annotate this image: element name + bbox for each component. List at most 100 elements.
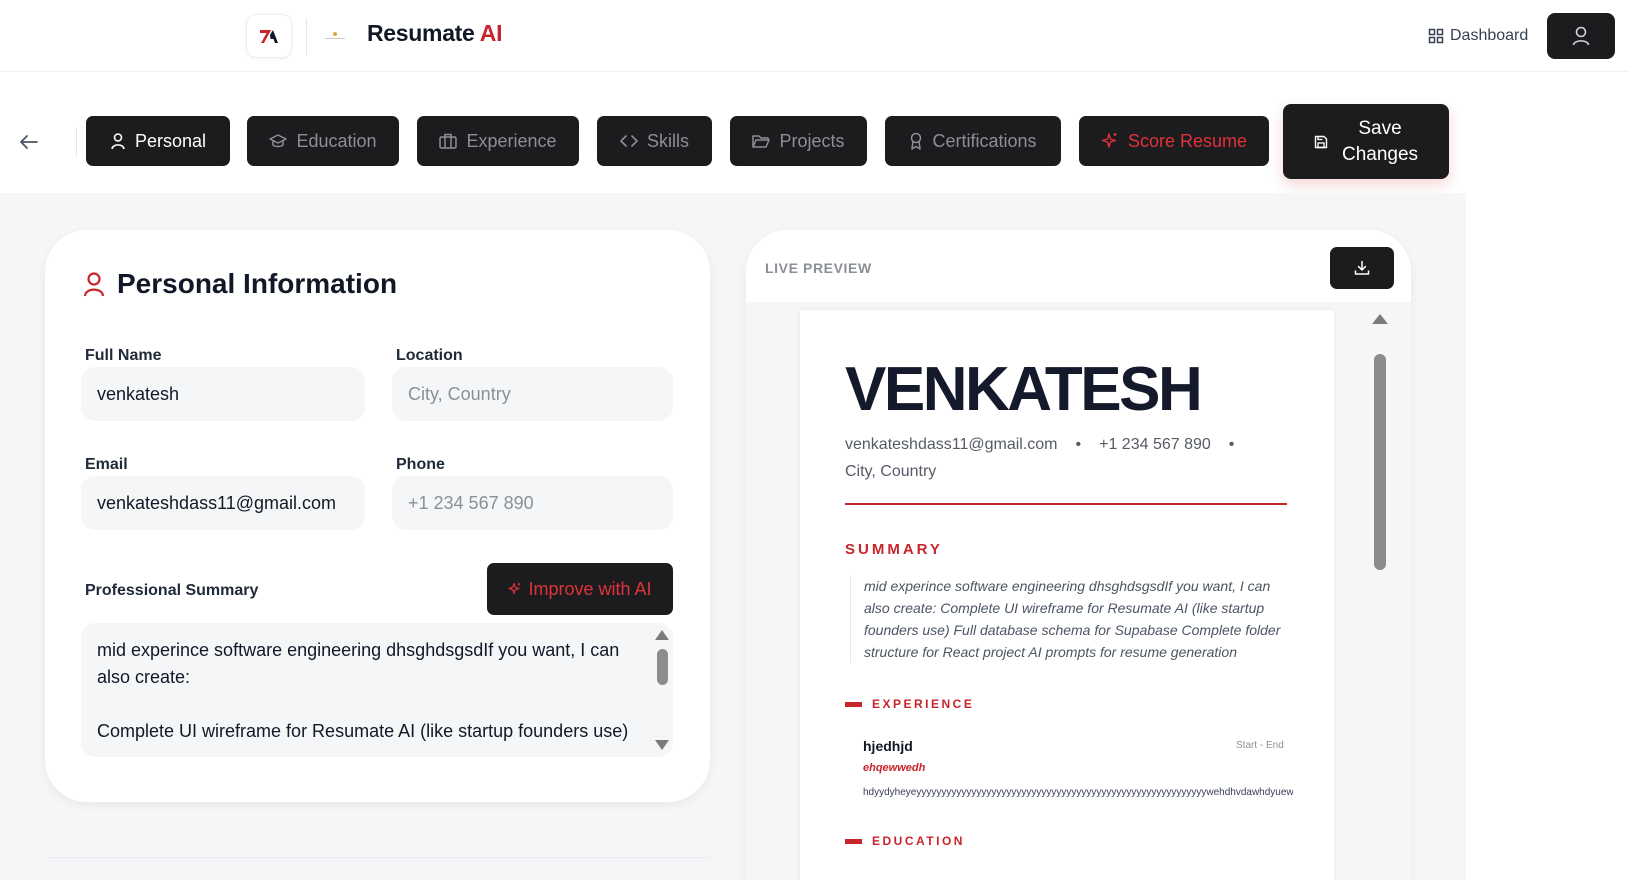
- phone-label: Phone: [396, 456, 445, 473]
- user-icon: [83, 272, 105, 297]
- scroll-down-arrow-icon[interactable]: [655, 740, 669, 750]
- arrow-left-icon: [20, 135, 38, 149]
- scroll-up-arrow-icon[interactable]: [1372, 314, 1388, 324]
- summary-scrollbar[interactable]: [651, 623, 673, 757]
- brand-accent: AI: [479, 20, 503, 46]
- sparkles-icon: [508, 582, 521, 595]
- tab-personal[interactable]: Personal: [86, 116, 230, 166]
- live-preview-card: LIVE PREVIEW VENKATESH venkateshdass11@g…: [746, 230, 1411, 880]
- tab-skills[interactable]: Skills: [597, 116, 712, 166]
- contact-separator: •: [1075, 436, 1082, 453]
- dashboard-label: Dashboard: [1450, 27, 1529, 44]
- summary-label: Professional Summary: [85, 582, 259, 599]
- phone-field[interactable]: +1 234 567 890: [392, 476, 673, 530]
- contact-separator: •: [1228, 436, 1235, 453]
- resume-location: City, Country: [845, 463, 937, 480]
- education-heading-text: EDUCATION: [872, 834, 965, 848]
- user-icon: [1572, 26, 1590, 46]
- tab-separator: [76, 127, 77, 157]
- resume-education-heading: EDUCATION: [845, 834, 965, 848]
- email-label: Email: [85, 456, 128, 473]
- summary-quote-border: [850, 575, 851, 663]
- resume-experience-heading: EXPERIENCE: [845, 697, 974, 711]
- score-resume-button[interactable]: Score Resume: [1079, 116, 1269, 166]
- back-button[interactable]: [16, 129, 42, 155]
- resume-name: VENKATESH: [845, 355, 1203, 424]
- user-icon: [111, 133, 125, 150]
- brand-title: Resumate AI: [367, 20, 503, 47]
- save-label-line1: Save: [1358, 117, 1402, 139]
- resume-job-description: hdyydyheyeyyyyyyyyyyyyyyyyyyyyyyyyyyyyyy…: [863, 787, 1293, 798]
- graduation-cap-icon: [269, 134, 288, 148]
- scroll-thumb[interactable]: [657, 649, 668, 685]
- resume-company: ehqewwedh: [863, 762, 926, 774]
- resume-summary-text: mid experince software engineering dhsgh…: [864, 578, 1281, 660]
- section-tabs-bar: Personal Education Experience Skills Pro…: [0, 89, 1466, 193]
- tab-label: Experience: [466, 130, 557, 151]
- tab-certifications[interactable]: Certifications: [885, 116, 1061, 166]
- scroll-thumb[interactable]: [1374, 354, 1386, 570]
- location-field[interactable]: City, Country: [392, 367, 673, 421]
- resume-summary-heading: SUMMARY: [845, 541, 943, 558]
- heading-bar: [845, 838, 862, 844]
- dashboard-link[interactable]: Dashboard: [1428, 24, 1528, 48]
- partner-logo-icon: [325, 32, 345, 39]
- improve-label: Improve with AI: [528, 578, 652, 599]
- resume-email: venkateshdass11@gmail.com: [845, 436, 1058, 453]
- tab-label: Projects: [779, 130, 845, 151]
- improve-with-ai-button[interactable]: Improve with AI: [487, 563, 673, 615]
- heading-bar: [845, 701, 862, 707]
- download-button[interactable]: [1330, 247, 1394, 289]
- tab-label: Certifications: [932, 130, 1037, 151]
- scroll-up-arrow-icon[interactable]: [655, 630, 669, 640]
- save-label-line2: Changes: [1341, 143, 1419, 165]
- download-icon: [1354, 260, 1370, 275]
- logo-icon: [260, 30, 278, 43]
- briefcase-icon: [439, 133, 458, 149]
- email-field[interactable]: venkateshdass11@gmail.com: [81, 476, 365, 530]
- tab-projects[interactable]: Projects: [730, 116, 867, 166]
- location-label: Location: [396, 347, 463, 364]
- resume-job-title: hjedhjd: [863, 738, 913, 754]
- tab-label: Skills: [646, 130, 689, 151]
- app-root: Resumate AI Dashboard Personal Education…: [0, 0, 1628, 880]
- code-icon: [620, 135, 638, 147]
- personal-info-card: Personal Information Full Name venkatesh…: [45, 230, 710, 802]
- partner-logo: [322, 28, 348, 44]
- top-header: Resumate AI Dashboard: [0, 0, 1628, 72]
- tab-experience[interactable]: Experience: [417, 116, 579, 166]
- save-label: Save Changes: [1342, 116, 1418, 168]
- live-preview-label: LIVE PREVIEW: [765, 260, 872, 276]
- summary-text: mid experince software engineering dhsgh…: [97, 640, 629, 741]
- save-icon: [1314, 135, 1328, 148]
- full-name-field[interactable]: venkatesh: [81, 367, 365, 421]
- tab-label: Personal: [134, 130, 207, 151]
- brand-main: Resumate: [367, 20, 475, 46]
- save-changes-button[interactable]: Save Changes: [1283, 104, 1449, 179]
- full-name-label: Full Name: [85, 347, 162, 364]
- resume-contact: venkateshdass11@gmail.com • +1 234 567 890…: [845, 431, 1285, 485]
- sparkles-icon: [1101, 133, 1117, 148]
- editor-main: Personal Information Full Name venkatesh…: [0, 193, 1466, 880]
- tab-label: Education: [296, 130, 377, 151]
- app-logo[interactable]: [246, 14, 292, 58]
- tab-label: Score Resume: [1127, 130, 1248, 151]
- section-divider: [45, 857, 710, 858]
- right-margin: [1466, 72, 1628, 880]
- tab-education[interactable]: Education: [247, 116, 399, 166]
- preview-header: LIVE PREVIEW: [746, 230, 1411, 302]
- card-title: Personal Information: [83, 268, 397, 300]
- resume-header-rule: [845, 503, 1287, 505]
- summary-textarea[interactable]: mid experince software engineering dhsgh…: [81, 623, 673, 757]
- preview-scrollbar[interactable]: [1370, 310, 1390, 880]
- profile-button[interactable]: [1547, 13, 1615, 59]
- grid-icon: [1428, 28, 1444, 44]
- resume-job-dates: Start - End: [1236, 740, 1284, 751]
- experience-heading-text: EXPERIENCE: [872, 697, 975, 711]
- award-icon: [911, 132, 922, 150]
- resume-page: VENKATESH venkateshdass11@gmail.com • +1 2…: [800, 310, 1334, 880]
- card-title-text: Personal Information: [117, 268, 398, 299]
- folder-icon: [752, 134, 771, 148]
- header-divider: [306, 18, 307, 56]
- resume-phone: +1 234 567 890: [1099, 436, 1211, 453]
